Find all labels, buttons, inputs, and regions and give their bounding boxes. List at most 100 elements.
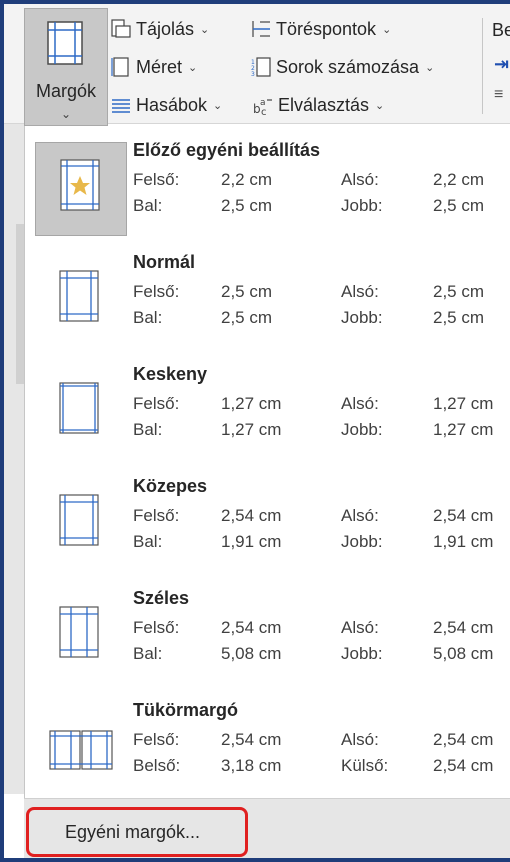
value-inside: 3,18 cm (221, 756, 282, 775)
breaks-button[interactable]: Töréspontok ⌄ (250, 14, 391, 44)
label-bottom: Alsó: (341, 170, 379, 189)
option-title: Széles (133, 588, 190, 608)
label-right: Jobb: (341, 308, 383, 327)
orientation-label: Tájolás (136, 18, 195, 39)
margins-icon (47, 21, 83, 65)
label-top: Felső: (133, 618, 180, 637)
value-left: 5,08 cm (221, 644, 282, 663)
line-numbers-label: Sorok számozása (276, 56, 420, 77)
option-title: Keskeny (133, 364, 208, 384)
margin-option-wide[interactable]: Széles Felső: 2,54 cm Alsó: 2,54 cm Bal:… (25, 580, 510, 692)
margin-thumbnail (35, 142, 127, 236)
value-top: 2,54 cm (221, 506, 282, 525)
value-top: 2,2 cm (221, 170, 273, 189)
value-right: 2,5 cm (433, 196, 485, 215)
left-side-pane (4, 124, 24, 794)
label-bottom: Alsó: (341, 730, 379, 749)
svg-text:c: c (261, 107, 267, 116)
margins-gallery: Előző egyéni beállítás Felső: 2,2 cm Als… (24, 126, 510, 798)
margins-button-label: Margók (35, 81, 97, 101)
next-group-label: Be (492, 20, 510, 40)
custom-margins-button[interactable]: Egyéni margók... (26, 807, 248, 857)
margin-option-moderate[interactable]: Közepes Felső: 2,54 cm Alsó: 2,54 cm Bal… (25, 468, 510, 580)
margin-option-normal[interactable]: Normál Felső: 2,5 cm Alsó: 2,5 cm Bal: 2… (25, 244, 510, 356)
hyphenation-button[interactable]: b a c Elválasztás ⌄ (252, 90, 384, 120)
value-top: 2,54 cm (221, 730, 282, 749)
size-button[interactable]: Méret ⌄ (110, 52, 197, 82)
value-bottom: 2,54 cm (433, 506, 494, 525)
value-left: 1,27 cm (221, 420, 282, 439)
orientation-icon (111, 19, 131, 38)
value-right: 1,27 cm (433, 420, 494, 439)
wide-margins-icon (59, 606, 99, 658)
label-left: Bal: (133, 532, 163, 551)
value-bottom: 2,54 cm (433, 730, 494, 749)
orientation-button[interactable]: Tájolás ⌄ (110, 14, 209, 44)
label-inside: Belső: (133, 756, 181, 775)
value-bottom: 1,27 cm (433, 394, 494, 413)
option-title: Tükörmargó (133, 700, 239, 720)
value-right: 5,08 cm (433, 644, 494, 663)
label-top: Felső: (133, 394, 180, 413)
label-bottom: Alsó: (341, 618, 379, 637)
hyphenation-icon: b a c (253, 98, 272, 116)
value-top: 1,27 cm (221, 394, 282, 413)
gallery-footer: Egyéni margók... (24, 798, 510, 858)
label-bottom: Alsó: (341, 394, 379, 413)
value-outside: 2,54 cm (433, 756, 494, 775)
line-numbers-button[interactable]: 1 2 3 Sorok számozása ⌄ (250, 52, 434, 82)
margin-option-mirrored[interactable]: Tükörmargó Felső: 2,54 cm Alsó: 2,54 cm … (25, 692, 510, 804)
spacing-lines-icon[interactable]: ≡ (494, 86, 503, 104)
breaks-icon (252, 21, 270, 37)
chevron-down-icon: ⌄ (60, 107, 72, 121)
label-right: Jobb: (341, 644, 383, 663)
label-left: Bal: (133, 644, 163, 663)
label-top: Felső: (133, 170, 180, 189)
value-bottom: 2,5 cm (433, 282, 485, 301)
label-bottom: Alsó: (341, 506, 379, 525)
option-title: Közepes (133, 476, 208, 496)
ribbon-separator (482, 18, 483, 114)
hyphenation-label: Elválasztás (278, 94, 370, 115)
custom-margins-label: Egyéni margók... (65, 821, 201, 842)
columns-button[interactable]: Hasábok ⌄ (110, 90, 222, 120)
margin-thumbnail (35, 254, 127, 348)
label-left: Bal: (133, 420, 163, 439)
chevron-down-icon: ⌄ (425, 61, 435, 74)
margin-thumbnail (35, 590, 127, 684)
margin-thumbnail (35, 702, 127, 796)
chevron-down-icon: ⌄ (375, 99, 385, 112)
margin-option-narrow[interactable]: Keskeny Felső: 1,27 cm Alsó: 1,27 cm Bal… (25, 356, 510, 468)
line-numbers-icon: 1 2 3 (251, 57, 271, 78)
narrow-margins-icon (59, 382, 99, 434)
label-top: Felső: (133, 730, 180, 749)
normal-margins-icon (59, 270, 99, 322)
size-label: Méret (136, 56, 183, 77)
value-left: 1,91 cm (221, 532, 282, 551)
layout-ribbon: Margók ⌄ Tájolás ⌄ Méret ⌄ Hasábok ⌄ Tör… (4, 4, 510, 126)
breaks-label: Töréspontok (276, 18, 377, 39)
value-right: 1,91 cm (433, 532, 494, 551)
value-left: 2,5 cm (221, 196, 273, 215)
scroll-strip (16, 224, 24, 384)
value-bottom: 2,2 cm (433, 170, 485, 189)
margins-button[interactable]: Margók ⌄ (24, 8, 108, 126)
value-bottom: 2,54 cm (433, 618, 494, 637)
margin-option-last-custom[interactable]: Előző egyéni beállítás Felső: 2,2 cm Als… (25, 132, 510, 244)
size-icon (111, 57, 129, 77)
value-left: 2,5 cm (221, 308, 273, 327)
indent-arrow-icon[interactable]: ⇥ (494, 54, 509, 75)
label-outside: Külső: (341, 756, 389, 775)
value-top: 2,5 cm (221, 282, 273, 301)
option-title: Normál (133, 252, 196, 272)
label-right: Jobb: (341, 196, 383, 215)
label-top: Felső: (133, 282, 180, 301)
margin-thumbnail (35, 366, 127, 460)
label-left: Bal: (133, 308, 163, 327)
label-left: Bal: (133, 196, 163, 215)
moderate-margins-icon (59, 494, 99, 546)
value-right: 2,5 cm (433, 308, 485, 327)
option-title: Előző egyéni beállítás (133, 140, 321, 160)
label-bottom: Alsó: (341, 282, 379, 301)
chevron-down-icon: ⌄ (382, 23, 392, 36)
